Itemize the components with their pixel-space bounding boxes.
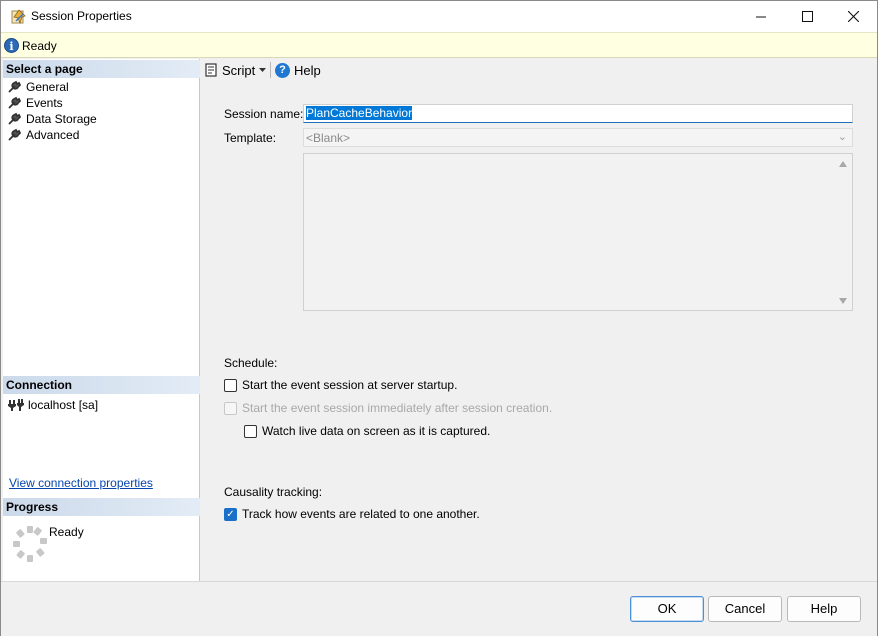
- right-panel: Script ? Help Session name: PlanCacheBeh…: [201, 59, 877, 581]
- page-item-label: Data Storage: [26, 111, 97, 126]
- toolbar-separator: [270, 62, 271, 78]
- ok-button[interactable]: OK: [630, 596, 704, 622]
- session-app-icon: [11, 9, 26, 25]
- start-at-startup-checkbox[interactable]: Start the event session at server startu…: [224, 378, 457, 392]
- checkbox-box[interactable]: [224, 378, 237, 392]
- scroll-down-arrow-icon[interactable]: [839, 298, 847, 304]
- watch-live-data-checkbox[interactable]: Watch live data on screen as it is captu…: [244, 424, 490, 438]
- toolbar: Script ? Help: [201, 59, 877, 81]
- template-value: <Blank>: [306, 131, 351, 145]
- wrench-icon: [8, 128, 21, 141]
- script-label: Script: [222, 62, 256, 78]
- start-at-startup-label: Start the event session at server startu…: [242, 378, 458, 392]
- template-select[interactable]: <Blank> ⌄: [303, 128, 853, 147]
- info-icon: i: [4, 38, 19, 53]
- help-button[interactable]: Help: [787, 596, 861, 622]
- session-name-value: PlanCacheBehavior: [306, 106, 413, 120]
- maximize-icon: [801, 11, 813, 22]
- close-icon: [847, 11, 859, 22]
- status-bar: i Ready: [1, 32, 877, 58]
- minimize-icon: [756, 16, 766, 17]
- checkbox-box: [224, 401, 237, 415]
- status-text: Ready: [22, 39, 57, 53]
- start-immediately-checkbox: Start the event session immediately afte…: [224, 401, 552, 415]
- watch-live-label: Watch live data on screen as it is captu…: [262, 424, 491, 438]
- chevron-down-icon: [259, 67, 266, 72]
- checkmark-icon[interactable]: ✓: [224, 507, 237, 521]
- server-connection-icon: [8, 399, 24, 411]
- template-description-box: [303, 153, 853, 311]
- close-button[interactable]: [830, 1, 876, 32]
- maximize-button[interactable]: [784, 1, 830, 32]
- select-page-header: Select a page: [3, 60, 200, 78]
- page-item-general[interactable]: General: [8, 79, 69, 94]
- page-item-label: Events: [26, 95, 63, 110]
- connection-item: localhost [sa]: [8, 398, 98, 412]
- connection-label: localhost [sa]: [28, 398, 99, 412]
- page-item-data-storage[interactable]: Data Storage: [8, 111, 97, 126]
- script-button[interactable]: Script: [204, 61, 255, 79]
- session-name-input[interactable]: PlanCacheBehavior: [303, 104, 853, 123]
- page-item-label: General: [26, 79, 69, 94]
- title-bar: Session Properties: [1, 1, 877, 32]
- wrench-icon: [8, 112, 21, 125]
- session-properties-window: Session Properties i Ready Select a page…: [0, 0, 878, 636]
- script-icon: [205, 63, 217, 77]
- view-connection-properties-link[interactable]: View connection properties: [9, 476, 153, 490]
- cancel-button[interactable]: Cancel: [708, 596, 782, 622]
- description-scrollbar[interactable]: [835, 154, 852, 310]
- session-name-label: Session name:: [224, 107, 304, 121]
- track-events-checkbox[interactable]: ✓ Track how events are related to one an…: [224, 507, 480, 521]
- checkbox-box[interactable]: [244, 424, 257, 438]
- help-label: Help: [294, 62, 321, 78]
- wrench-icon: [8, 96, 21, 109]
- help-toolbar-button[interactable]: ? Help: [275, 61, 321, 79]
- window-title: Session Properties: [31, 9, 132, 23]
- help-icon: ?: [275, 62, 290, 78]
- connection-header: Connection: [3, 376, 200, 394]
- progress-status: Ready: [49, 525, 84, 539]
- minimize-button[interactable]: [738, 1, 784, 32]
- chevron-down-icon: ⌄: [837, 131, 847, 143]
- scroll-up-arrow-icon[interactable]: [839, 161, 847, 167]
- left-panel: Select a page General Events Data Storag…: [3, 59, 200, 581]
- schedule-label: Schedule:: [224, 356, 278, 370]
- script-dropdown-button[interactable]: [259, 61, 266, 79]
- track-events-label: Track how events are related to one anot…: [242, 507, 480, 521]
- causality-tracking-label: Causality tracking:: [224, 485, 323, 499]
- page-item-advanced[interactable]: Advanced: [8, 127, 79, 142]
- template-label: Template:: [224, 131, 277, 145]
- wrench-icon: [8, 80, 21, 93]
- progress-spinner-icon: [13, 526, 47, 562]
- page-item-label: Advanced: [26, 127, 80, 142]
- dialog-button-bar: OK Cancel Help: [1, 581, 877, 636]
- page-item-events[interactable]: Events: [8, 95, 63, 110]
- start-immediately-label: Start the event session immediately afte…: [242, 401, 553, 415]
- progress-header: Progress: [3, 498, 200, 516]
